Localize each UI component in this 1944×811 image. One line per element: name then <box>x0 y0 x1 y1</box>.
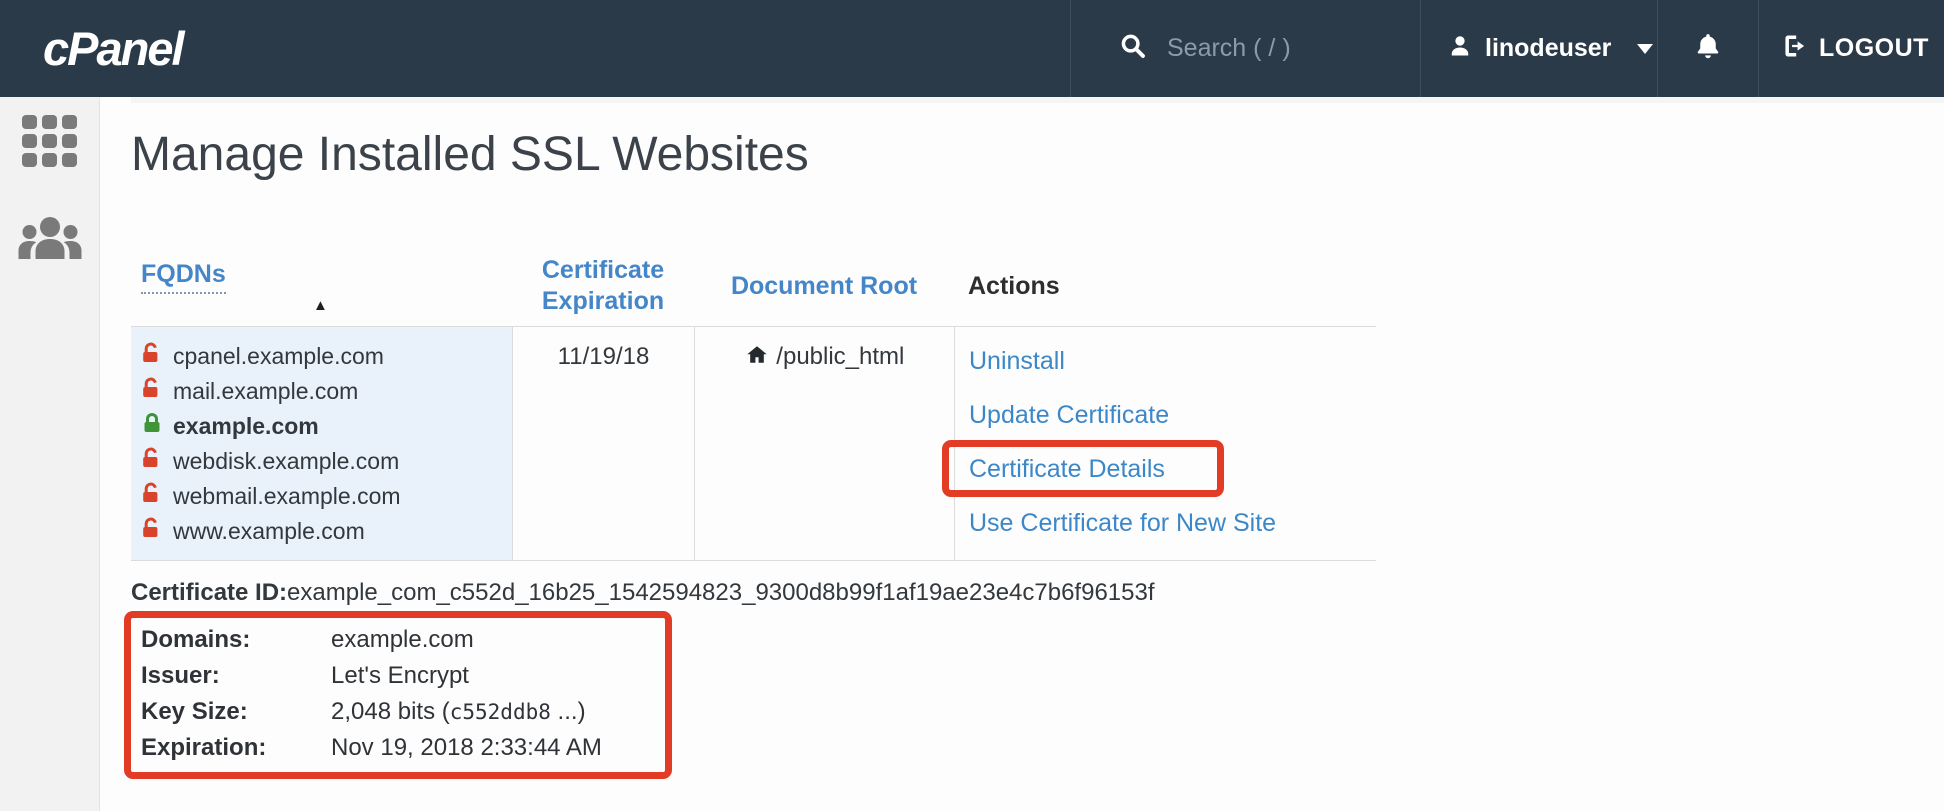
home-icon <box>745 346 776 373</box>
search-icon <box>1119 32 1147 65</box>
expiration-value: Nov 19, 2018 2:33:44 AM <box>331 734 602 762</box>
apps-grid-icon[interactable] <box>22 115 78 167</box>
certificate-id-value: example_com_c552d_16b25_1542594823_9300d… <box>287 579 1154 606</box>
username-label: linodeuser <box>1485 34 1611 63</box>
chevron-down-icon <box>1637 44 1653 54</box>
fqdn-item: webmail.example.com <box>141 479 512 514</box>
actions-cell: Uninstall Update Certificate Certificate… <box>954 327 1376 560</box>
open-lock-icon <box>141 377 163 405</box>
fqdn-item: mail.example.com <box>141 374 512 409</box>
cpanel-logo: cPanel <box>43 0 183 97</box>
closed-lock-icon <box>141 412 163 440</box>
sort-ascending-icon: ▲ <box>313 298 512 313</box>
certificate-id-label: Certificate ID: <box>131 579 287 606</box>
detail-row-domains: Domains: example.com <box>141 622 653 658</box>
detail-row-expiration: Expiration: Nov 19, 2018 2:33:44 AM <box>141 730 653 766</box>
sidebar <box>0 97 100 811</box>
table-row: cpanel.example.com mail.example.com <box>131 327 1376 561</box>
column-header-document-root[interactable]: Document Root <box>694 271 954 302</box>
page-title: Manage Installed SSL Websites <box>131 127 1944 182</box>
search-bar[interactable] <box>1070 0 1420 97</box>
open-lock-icon <box>141 482 163 510</box>
logout-label: LOGOUT <box>1819 34 1929 63</box>
expiration-label: Expiration: <box>141 734 331 762</box>
bell-icon <box>1693 31 1723 66</box>
open-lock-icon <box>141 342 163 370</box>
column-header-actions: Actions <box>954 272 1376 301</box>
main-area: Manage Installed SSL Websites FQDNs ▲ Ce… <box>0 97 1944 811</box>
fqdn-label: cpanel.example.com <box>173 343 384 370</box>
ssl-websites-table: FQDNs ▲ Certificate Expiration Document … <box>131 255 1376 561</box>
fqdn-label: webdisk.example.com <box>173 448 399 475</box>
fqdns-sort-label[interactable]: FQDNs <box>141 260 226 294</box>
open-lock-icon <box>141 447 163 475</box>
issuer-label: Issuer: <box>141 662 331 690</box>
update-certificate-link[interactable]: Update Certificate <box>969 389 1376 443</box>
document-root-path: /public_html <box>776 343 904 370</box>
domains-value: example.com <box>331 626 474 654</box>
logout-icon <box>1781 32 1809 65</box>
domains-label: Domains: <box>141 626 331 654</box>
certificate-expiration-cell: 11/19/18 <box>512 327 694 560</box>
user-manager-icon[interactable] <box>18 215 82 266</box>
column-header-cert-expiration[interactable]: Certificate Expiration <box>512 255 694 318</box>
red-annotation-certificate-summary: Domains: example.com Issuer: Let's Encry… <box>124 611 672 779</box>
fqdns-cell: cpanel.example.com mail.example.com <box>131 327 512 560</box>
fqdn-label: webmail.example.com <box>173 483 401 510</box>
open-lock-icon <box>141 517 163 545</box>
key-size-value: 2,048 bits (c552ddb8 ...) <box>331 698 586 726</box>
key-size-label: Key Size: <box>141 698 331 726</box>
detail-row-issuer: Issuer: Let's Encrypt <box>141 658 653 694</box>
detail-row-key-size: Key Size: 2,048 bits (c552ddb8 ...) <box>141 694 653 730</box>
user-icon <box>1447 33 1473 64</box>
search-input[interactable] <box>1167 34 1387 63</box>
fqdn-item: webdisk.example.com <box>141 444 512 479</box>
key-fingerprint: c552ddb8 <box>450 700 551 724</box>
fqdn-item: cpanel.example.com <box>141 339 512 374</box>
fqdn-item: example.com <box>141 409 512 444</box>
cpanel-screen: cPanel linodeuser <box>0 0 1944 811</box>
logout-button[interactable]: LOGOUT <box>1758 0 1944 97</box>
document-root-cell: /public_html <box>694 327 954 560</box>
content-area: Manage Installed SSL Websites FQDNs ▲ Ce… <box>100 97 1944 811</box>
uninstall-link[interactable]: Uninstall <box>969 335 1376 389</box>
certificate-id-line: Certificate ID:example_com_c552d_16b25_1… <box>131 579 1944 607</box>
fqdn-item: www.example.com <box>141 514 512 549</box>
user-menu[interactable]: linodeuser <box>1420 0 1657 97</box>
fqdn-label: mail.example.com <box>173 378 358 405</box>
notifications-button[interactable] <box>1657 0 1758 97</box>
fqdn-label: www.example.com <box>173 518 365 545</box>
issuer-value: Let's Encrypt <box>331 662 469 690</box>
certificate-details-link[interactable]: Certificate Details <box>969 443 1376 497</box>
fqdn-label: example.com <box>173 413 319 440</box>
top-navbar: cPanel linodeuser <box>0 0 1944 97</box>
use-certificate-new-site-link[interactable]: Use Certificate for New Site <box>969 497 1376 551</box>
column-header-fqdns[interactable]: FQDNs ▲ <box>131 260 512 313</box>
table-header-row: FQDNs ▲ Certificate Expiration Document … <box>131 255 1376 327</box>
navbar-right: linodeuser LOGOUT <box>1070 0 1944 97</box>
